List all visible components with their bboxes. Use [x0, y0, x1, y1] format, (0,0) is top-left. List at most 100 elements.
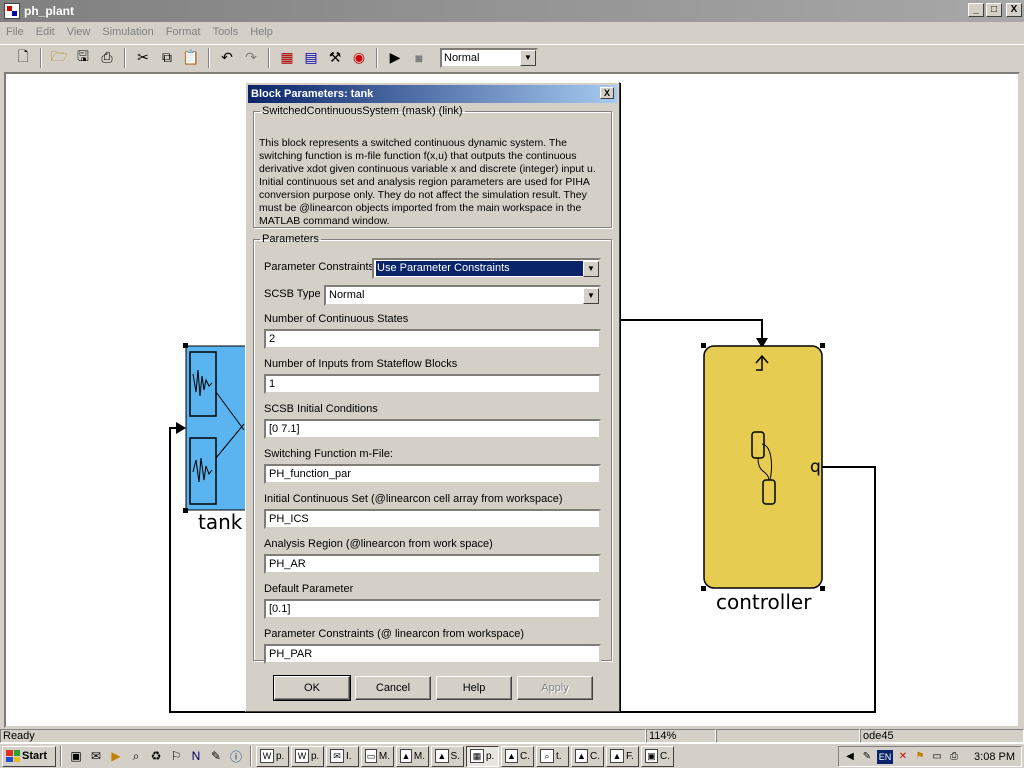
open-folder-icon[interactable]: 🗁	[48, 47, 70, 69]
controller-block-body[interactable]	[703, 345, 823, 589]
menu-file[interactable]: File	[6, 26, 24, 38]
initial-continuous-set-field[interactable]	[264, 509, 601, 529]
model-browser-icon[interactable]: ▤	[300, 47, 322, 69]
printer-icon[interactable]: ⎙	[947, 750, 961, 764]
clock[interactable]: 3:08 PM	[974, 751, 1015, 763]
tank-block[interactable]	[183, 343, 247, 513]
dialog-titlebar[interactable]: Block Parameters: tank	[248, 85, 617, 103]
taskbar-item-label: C.	[590, 750, 600, 762]
num-inputs-field[interactable]	[264, 374, 601, 394]
start-button[interactable]: Start	[2, 745, 56, 767]
dialog-close-button[interactable]: X	[600, 87, 614, 99]
close-button[interactable]: X	[1006, 3, 1022, 17]
menu-simulation[interactable]: Simulation	[102, 26, 153, 38]
menu-help[interactable]: Help	[250, 26, 273, 38]
simulation-mode-select[interactable]: Normal ▼	[440, 47, 538, 68]
stop-simulation-icon[interactable]: ■	[408, 47, 430, 69]
cancel-button[interactable]: Cancel	[355, 676, 431, 700]
taskbar-item[interactable]: ⌕ t.	[536, 745, 569, 767]
paint-icon[interactable]: ✎	[206, 746, 226, 766]
menu-format[interactable]: Format	[166, 26, 201, 38]
taskbar-item[interactable]: ▣ C.	[641, 745, 674, 767]
pencil-icon[interactable]: ✎	[860, 750, 874, 764]
param-constraints-select[interactable]: Use Parameter Constraints ▼	[372, 258, 601, 279]
signal-line-to-controller[interactable]	[616, 319, 763, 346]
debugger-icon[interactable]: ⚒	[324, 47, 346, 69]
scsb-initial-conditions-field[interactable]	[264, 419, 601, 439]
taskbar-item[interactable]: Wp.	[291, 745, 324, 767]
undo-icon[interactable]: ↶	[216, 47, 238, 69]
copy-icon[interactable]: ⧉	[156, 47, 178, 69]
menu-tools[interactable]: Tools	[213, 26, 239, 38]
maximize-button[interactable]: □	[986, 3, 1002, 17]
chevron-down-icon[interactable]: ▼	[583, 287, 599, 304]
chevron-down-icon[interactable]: ▼	[583, 260, 599, 277]
menu-edit[interactable]: Edit	[36, 26, 55, 38]
redo-icon[interactable]: ↷	[240, 47, 262, 69]
ok-button[interactable]: OK	[273, 675, 351, 701]
switching-function-field[interactable]	[264, 464, 601, 484]
taskbar-item[interactable]: ▲ F.	[606, 745, 639, 767]
controller-block-label[interactable]: controller	[716, 590, 811, 614]
network-icon[interactable]: ⚐	[166, 746, 186, 766]
taskbar-item-label: I.	[346, 750, 352, 762]
chevron-down-icon[interactable]: ▼	[520, 49, 536, 66]
taskbar-item[interactable]: ▲ C.	[501, 745, 534, 767]
minimize-button[interactable]: _	[968, 3, 984, 17]
selection-handle[interactable]	[183, 508, 188, 513]
status-empty	[716, 729, 860, 743]
apply-button[interactable]: Apply	[517, 676, 593, 700]
taskbar-item[interactable]: ▲ M.	[396, 745, 429, 767]
library-browser-icon[interactable]: ▦	[276, 47, 298, 69]
analysis-region-field[interactable]	[264, 554, 601, 574]
show-desktop-icon[interactable]: ▣	[66, 746, 86, 766]
network-disconnected-icon[interactable]: ✕	[896, 750, 910, 764]
taskbar-item[interactable]: ▭ M.	[361, 745, 394, 767]
word-icon: W	[260, 749, 274, 763]
controller-block[interactable]	[701, 343, 825, 591]
taskbar-item[interactable]: ▲ C.	[571, 745, 604, 767]
tank-block-label[interactable]: tank	[198, 510, 242, 534]
toolbar-separator	[40, 47, 42, 68]
default-parameter-label: Default Parameter	[264, 583, 354, 595]
taskbar-item-label: F.	[626, 750, 634, 762]
profiler-icon[interactable]: ◉	[348, 47, 370, 69]
outlook-icon[interactable]: ✉	[86, 746, 106, 766]
note-icon[interactable]: N	[186, 746, 206, 766]
selection-handle[interactable]	[183, 343, 188, 348]
selection-handle[interactable]	[701, 586, 706, 591]
num-continuous-states-field[interactable]	[264, 329, 601, 349]
param-constraints-value: Use Parameter Constraints	[376, 261, 583, 276]
search-icon[interactable]: ⌕	[126, 746, 146, 766]
block-parameters-dialog[interactable]: Block Parameters: tank X SwitchedContinu…	[245, 82, 620, 712]
simulation-mode-value: Normal	[444, 51, 480, 64]
cut-icon[interactable]: ✂	[132, 47, 154, 69]
recycle-icon[interactable]: ♻	[146, 746, 166, 766]
taskbar-item-active[interactable]: ▦ p.	[466, 745, 499, 767]
menu-view[interactable]: View	[67, 26, 91, 38]
media-player-icon[interactable]: ▶	[106, 746, 126, 766]
taskbar-item[interactable]: Wp.	[256, 745, 289, 767]
taskbar-item[interactable]: ▲ S.	[431, 745, 464, 767]
default-parameter-field[interactable]	[264, 599, 601, 619]
scsb-type-label: SCSB Type	[264, 288, 321, 300]
volume-icon[interactable]: ◀	[843, 750, 857, 764]
help-button[interactable]: Help	[436, 676, 512, 700]
scsb-type-select[interactable]: Normal ▼	[324, 285, 601, 306]
parameter-constraints-workspace-field[interactable]	[264, 644, 601, 664]
selection-handle[interactable]	[820, 343, 825, 348]
selection-handle[interactable]	[820, 586, 825, 591]
start-simulation-icon[interactable]: ▶	[384, 47, 406, 69]
new-file-icon[interactable]: 🗋	[12, 47, 34, 69]
info-icon[interactable]: ⓘ	[226, 746, 246, 766]
window-icon: ▣	[645, 749, 658, 763]
language-indicator[interactable]: EN	[877, 749, 893, 764]
antivirus-icon[interactable]: ⚑	[913, 750, 927, 764]
taskbar-item[interactable]: ✉ I.	[326, 745, 359, 767]
print-icon[interactable]: ⎙	[96, 47, 118, 69]
window-titlebar[interactable]: ph_plant _ □ X	[0, 0, 1024, 22]
save-icon[interactable]: 🖫	[72, 47, 94, 69]
display-icon[interactable]: ▭	[930, 750, 944, 764]
paste-icon[interactable]: 📋	[180, 47, 202, 69]
selection-handle[interactable]	[701, 343, 706, 348]
